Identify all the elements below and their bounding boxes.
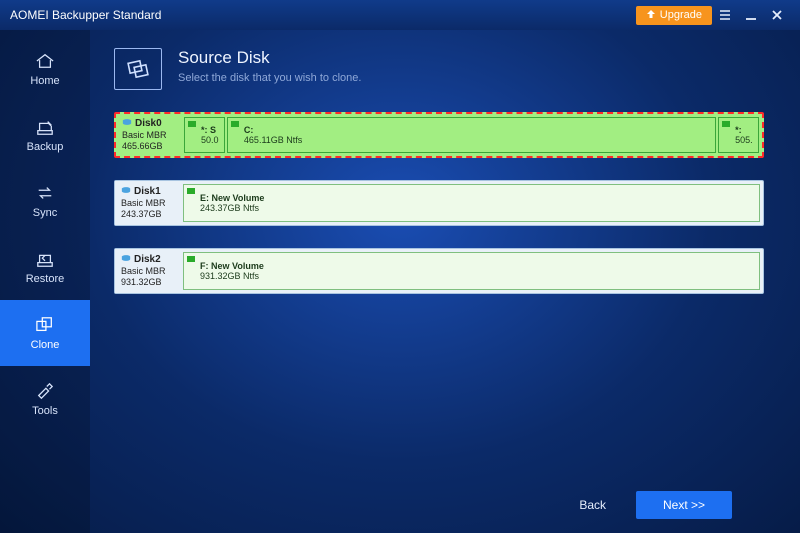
partition-bar: F: New Volume931.32GB Ntfs xyxy=(183,249,763,293)
disk-type: Basic MBR xyxy=(121,266,177,277)
upgrade-icon xyxy=(646,9,656,22)
disk-size: 465.66GB xyxy=(122,141,178,152)
sidebar: Home Backup Sync Restore Clone Tools xyxy=(0,30,90,533)
main-panel: Source Disk Select the disk that you wis… xyxy=(90,30,800,533)
partition-size: 50.0 xyxy=(189,135,220,145)
disk-name: Disk1 xyxy=(121,186,177,199)
restore-icon xyxy=(33,249,57,269)
partition-bar: *: S50.0C:465.11GB Ntfs*:505. xyxy=(184,114,762,156)
partition-letter: C: xyxy=(232,125,711,135)
partition[interactable]: E: New Volume243.37GB Ntfs xyxy=(183,184,760,222)
home-icon xyxy=(33,51,57,71)
sidebar-item-home[interactable]: Home xyxy=(0,36,90,102)
partition-size: 505. xyxy=(723,135,754,145)
body: Home Backup Sync Restore Clone Tools xyxy=(0,30,800,533)
disk-info: Disk0Basic MBR465.66GB xyxy=(116,114,184,156)
sync-icon xyxy=(33,183,57,203)
disk-info: Disk1Basic MBR243.37GB xyxy=(115,181,183,225)
hdd-icon xyxy=(121,186,131,199)
partition[interactable]: F: New Volume931.32GB Ntfs xyxy=(183,252,760,290)
app-window: { "titlebar": { "title": "AOMEI Backuppe… xyxy=(0,0,800,533)
disk-name: Disk2 xyxy=(121,254,177,267)
sidebar-item-label: Tools xyxy=(32,405,58,417)
partition-marker xyxy=(188,121,196,127)
partition[interactable]: C:465.11GB Ntfs xyxy=(227,117,716,153)
disk-size: 931.32GB xyxy=(121,277,177,288)
partition-marker xyxy=(722,121,730,127)
partition[interactable]: *: S50.0 xyxy=(184,117,225,153)
next-button[interactable]: Next >> xyxy=(636,491,732,519)
upgrade-label: Upgrade xyxy=(660,9,702,21)
page-subtitle: Select the disk that you wish to clone. xyxy=(178,72,361,84)
sidebar-item-label: Backup xyxy=(27,141,64,153)
partition-marker xyxy=(187,256,195,262)
partition-size: 465.11GB Ntfs xyxy=(232,135,711,145)
close-button[interactable] xyxy=(764,4,790,26)
app-title: AOMEI Backupper Standard xyxy=(10,8,161,22)
sidebar-item-sync[interactable]: Sync xyxy=(0,168,90,234)
partition[interactable]: *:505. xyxy=(718,117,759,153)
sidebar-item-label: Home xyxy=(30,75,59,87)
partition-bar: E: New Volume243.37GB Ntfs xyxy=(183,181,763,225)
disk-row[interactable]: Disk2Basic MBR931.32GBF: New Volume931.3… xyxy=(114,248,764,294)
partition-marker xyxy=(187,188,195,194)
hdd-icon xyxy=(122,118,132,131)
partition-letter: F: New Volume xyxy=(188,261,755,271)
disk-list: Disk0Basic MBR465.66GB*: S50.0C:465.11GB… xyxy=(114,112,766,477)
page-title: Source Disk xyxy=(178,48,361,68)
sidebar-item-label: Sync xyxy=(33,207,57,219)
disk-type: Basic MBR xyxy=(122,130,178,141)
sidebar-item-label: Restore xyxy=(26,273,65,285)
footer: Back Next >> xyxy=(114,477,766,533)
disk-size: 243.37GB xyxy=(121,209,177,220)
upgrade-button[interactable]: Upgrade xyxy=(636,6,712,25)
back-button[interactable]: Back xyxy=(559,491,626,519)
disk-row[interactable]: Disk1Basic MBR243.37GBE: New Volume243.3… xyxy=(114,180,764,226)
minimize-button[interactable] xyxy=(738,4,764,26)
sidebar-item-label: Clone xyxy=(31,339,60,351)
partition-marker xyxy=(231,121,239,127)
disk-type: Basic MBR xyxy=(121,198,177,209)
hdd-icon xyxy=(121,254,131,267)
disk-info: Disk2Basic MBR931.32GB xyxy=(115,249,183,293)
tools-icon xyxy=(33,381,57,401)
partition-letter: E: New Volume xyxy=(188,193,755,203)
menu-button[interactable] xyxy=(712,4,738,26)
sidebar-item-restore[interactable]: Restore xyxy=(0,234,90,300)
partition-size: 243.37GB Ntfs xyxy=(188,203,755,213)
sidebar-item-tools[interactable]: Tools xyxy=(0,366,90,432)
titlebar: AOMEI Backupper Standard Upgrade xyxy=(0,0,800,30)
clone-icon xyxy=(33,315,57,335)
partition-size: 931.32GB Ntfs xyxy=(188,271,755,281)
backup-icon xyxy=(33,117,57,137)
disk-row[interactable]: Disk0Basic MBR465.66GB*: S50.0C:465.11GB… xyxy=(114,112,764,158)
sidebar-item-backup[interactable]: Backup xyxy=(0,102,90,168)
disk-stack-icon xyxy=(114,48,162,90)
sidebar-item-clone[interactable]: Clone xyxy=(0,300,90,366)
page-header: Source Disk Select the disk that you wis… xyxy=(114,48,766,90)
disk-name: Disk0 xyxy=(122,118,178,131)
